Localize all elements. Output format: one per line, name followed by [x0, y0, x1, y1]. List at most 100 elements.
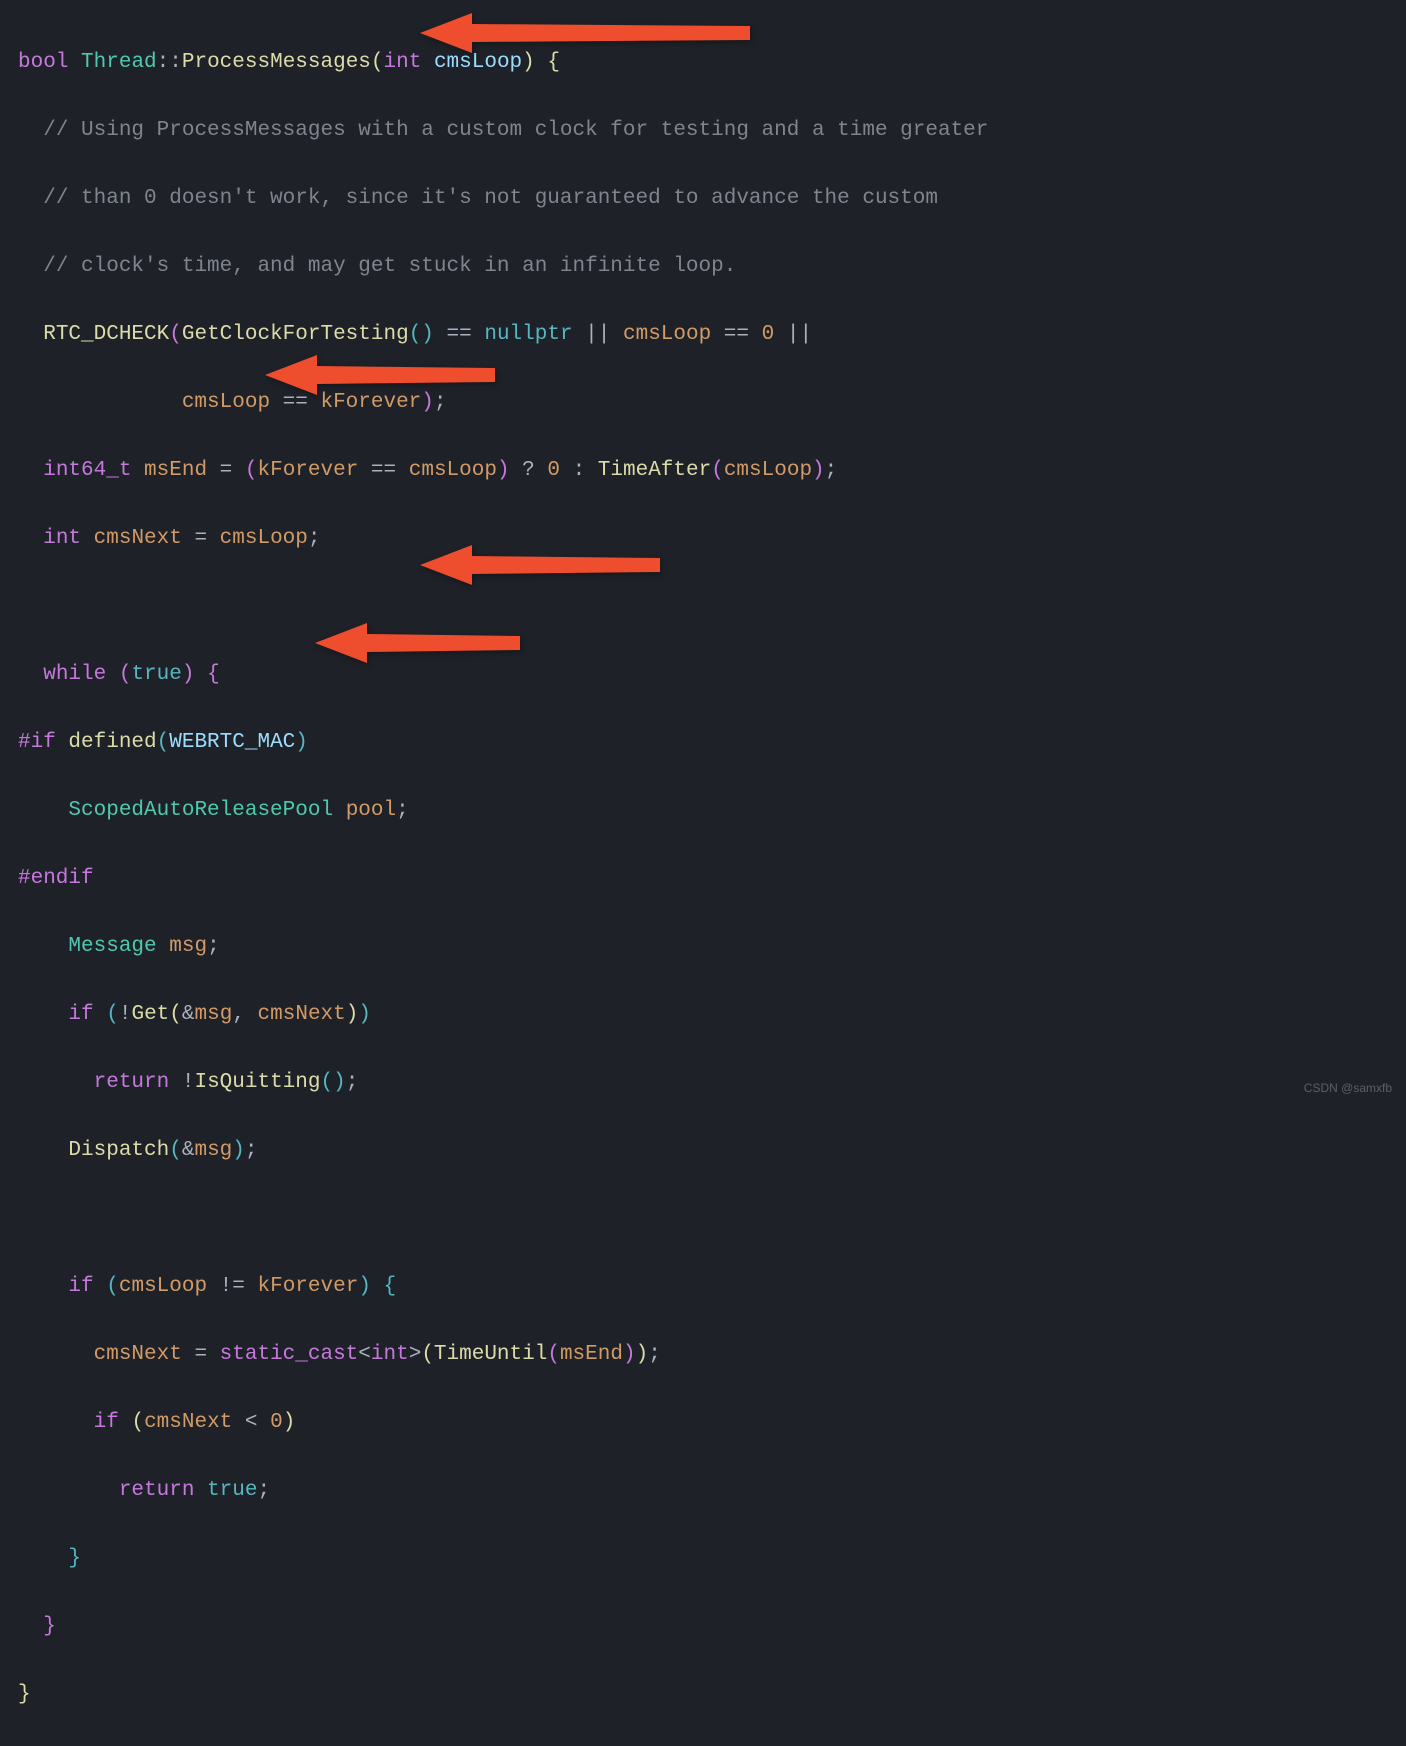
brace: { [384, 1275, 397, 1298]
brace-close: } [18, 1683, 31, 1706]
code-line: while (true) { [18, 658, 1406, 692]
paren: ( [94, 1003, 119, 1026]
op-not: ! [169, 1071, 194, 1094]
op-colon: : [560, 459, 598, 482]
brace: { [535, 51, 560, 74]
code-line: if (cmsNext < 0) [18, 1406, 1406, 1440]
code-line: #endif [18, 862, 1406, 896]
var-cmsloop: cmsLoop [724, 459, 812, 482]
nullptr: nullptr [484, 323, 572, 346]
keyword-bool: bool [18, 51, 68, 74]
paren: ( [157, 731, 170, 754]
semi: ; [308, 527, 321, 550]
paren: ) [283, 1411, 296, 1434]
comma: , [232, 1003, 257, 1026]
paren: ) [421, 391, 434, 414]
paren: ( [94, 1275, 119, 1298]
op-not: ! [119, 1003, 132, 1026]
paren: ) [358, 1275, 383, 1298]
const-true: true [207, 1479, 257, 1502]
paren: ) [497, 459, 510, 482]
code-line-blank [18, 1202, 1406, 1236]
op-or: || [573, 323, 623, 346]
code-line: cmsNext = static_cast<int>(TimeUntil(msE… [18, 1338, 1406, 1372]
preproc-if: #if [18, 731, 56, 754]
paren: ( [106, 663, 131, 686]
const-kforever: kForever [257, 459, 358, 482]
keyword-return: return [94, 1071, 170, 1094]
brace-close: } [68, 1547, 81, 1570]
var-msg: msg [169, 935, 207, 958]
code-line: } [18, 1542, 1406, 1576]
code-line: cmsLoop == kForever); [18, 386, 1406, 420]
num-zero: 0 [270, 1411, 283, 1434]
type-scopedpool: ScopedAutoReleasePool [68, 799, 333, 822]
const-kforever: kForever [258, 1275, 359, 1298]
code-line: int cmsNext = cmsLoop; [18, 522, 1406, 556]
var-cmsnext: cmsNext [144, 1411, 232, 1434]
code-line: // than 0 doesn't work, since it's not g… [18, 182, 1406, 216]
paren: ) [522, 51, 535, 74]
fn-dispatch: Dispatch [68, 1139, 169, 1162]
paren: ) [232, 1139, 245, 1162]
paren: ) [636, 1343, 649, 1366]
code-line: // clock's time, and may get stuck in an… [18, 250, 1406, 284]
num-zero: 0 [547, 459, 560, 482]
var-msg: msg [194, 1139, 232, 1162]
var-cmsloop: cmsLoop [623, 323, 711, 346]
type-message: Message [68, 935, 156, 958]
semi: ; [396, 799, 409, 822]
keyword-if: if [94, 1411, 119, 1434]
code-line: if (cmsLoop != kForever) { [18, 1270, 1406, 1304]
var-msend: msEnd [560, 1343, 623, 1366]
op-eq: == [270, 391, 320, 414]
op-assign: = [182, 1343, 220, 1366]
var-cmsloop: cmsLoop [182, 391, 270, 414]
const-kforever: kForever [320, 391, 421, 414]
op-lt: < [232, 1411, 270, 1434]
semi: ; [257, 1479, 270, 1502]
code-line: ScopedAutoReleasePool pool; [18, 794, 1406, 828]
var-cmsnext: cmsNext [94, 1343, 182, 1366]
keyword-int: int [43, 527, 81, 550]
op-amp: & [182, 1139, 195, 1162]
semi: ; [245, 1139, 258, 1162]
paren: ) [812, 459, 825, 482]
fn-isquitting: IsQuitting [194, 1071, 320, 1094]
keyword-int: int [371, 1343, 409, 1366]
op-eq: == [434, 323, 484, 346]
op-lt: < [358, 1343, 371, 1366]
paren: ( [711, 459, 724, 482]
paren: ( [169, 1139, 182, 1162]
code-line: #if defined(WEBRTC_MAC) [18, 726, 1406, 760]
op-gt: > [409, 1343, 422, 1366]
code-line: Message msg; [18, 930, 1406, 964]
var-cmsnext: cmsNext [94, 527, 182, 550]
paren: ( [421, 1343, 434, 1366]
comment: // Using ProcessMessages with a custom c… [43, 119, 988, 142]
paren: ( [547, 1343, 560, 1366]
op-or: || [774, 323, 812, 346]
preproc-defined: defined [56, 731, 157, 754]
fn-processmessages: ProcessMessages [182, 51, 371, 74]
op-assign: = [207, 459, 245, 482]
var-pool: pool [346, 799, 396, 822]
comment: // than 0 doesn't work, since it's not g… [43, 187, 938, 210]
const-true: true [131, 663, 181, 686]
op-eq: == [358, 459, 408, 482]
paren: ) [295, 731, 308, 754]
fn-getclock: GetClockForTesting [182, 323, 409, 346]
semi: ; [434, 391, 447, 414]
keyword-staticcast: static_cast [220, 1343, 359, 1366]
paren: ) [346, 1003, 359, 1026]
fn-timeafter: TimeAfter [598, 459, 711, 482]
keyword-if: if [68, 1003, 93, 1026]
op-ne: != [207, 1275, 257, 1298]
keyword-if: if [68, 1275, 93, 1298]
num-zero: 0 [762, 323, 775, 346]
watermark: CSDN @samxfb [1304, 1079, 1392, 1098]
paren: ( [245, 459, 258, 482]
code-line: return !IsQuitting(); [18, 1066, 1406, 1100]
code-editor: bool Thread::ProcessMessages(int cmsLoop… [18, 12, 1406, 1746]
var-cmsloop: cmsLoop [220, 527, 308, 550]
